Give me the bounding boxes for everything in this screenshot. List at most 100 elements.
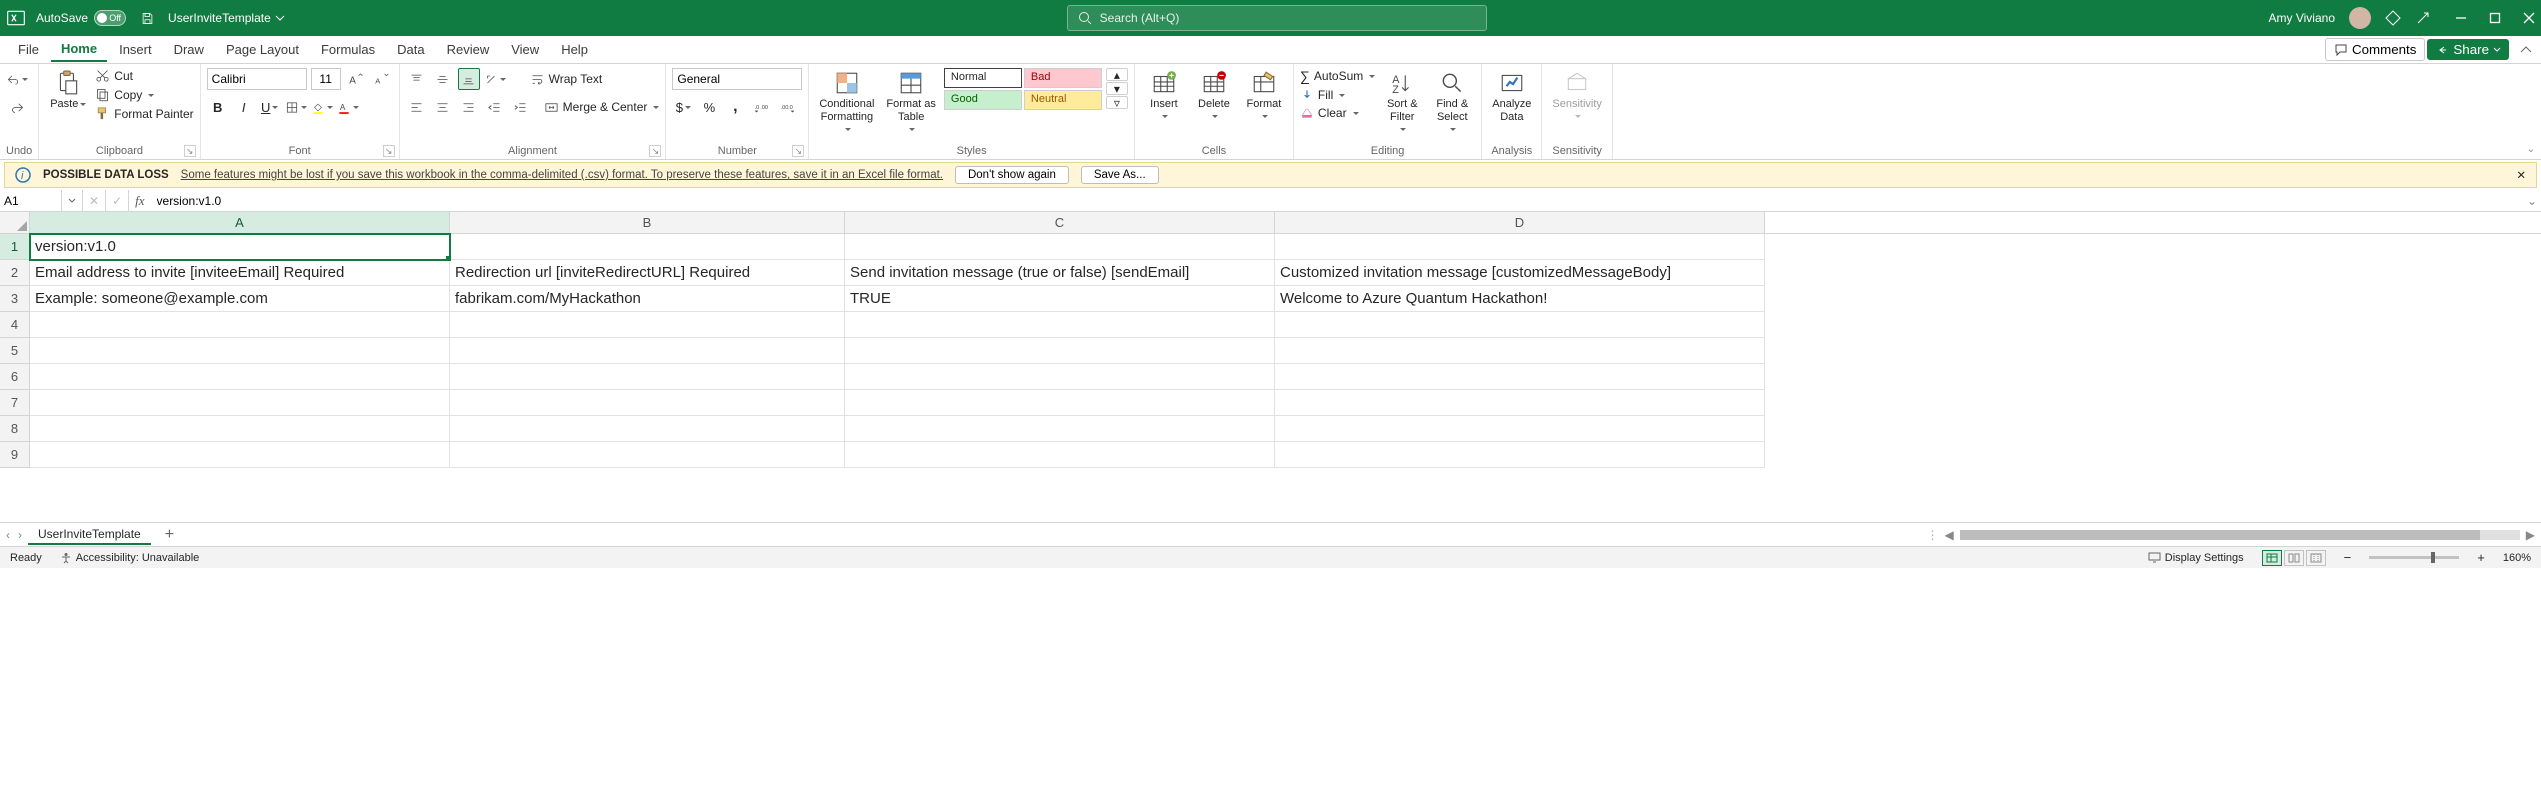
font-size-select[interactable] <box>311 68 341 90</box>
cell-D5[interactable] <box>1275 338 1765 364</box>
cell-C9[interactable] <box>845 442 1275 468</box>
increase-indent-icon[interactable] <box>510 96 532 118</box>
cell-C8[interactable] <box>845 416 1275 442</box>
conditional-formatting-button[interactable]: Conditional Formatting <box>815 68 878 134</box>
styles-scroll-down-icon[interactable]: ▾ <box>1106 82 1128 95</box>
tab-data[interactable]: Data <box>387 38 434 61</box>
diamond-icon[interactable] <box>2385 10 2401 26</box>
dont-show-again-button[interactable]: Don't show again <box>955 166 1069 184</box>
tab-page-layout[interactable]: Page Layout <box>216 38 309 61</box>
cell-A6[interactable] <box>30 364 450 390</box>
maximize-icon[interactable] <box>2489 12 2501 24</box>
search-box[interactable]: Search (Alt+Q) <box>1067 5 1487 31</box>
zoom-out-icon[interactable]: − <box>2344 550 2352 565</box>
cell-D3[interactable]: Welcome to Azure Quantum Hackathon! <box>1275 286 1765 312</box>
align-bottom-icon[interactable] <box>458 68 480 90</box>
cell-C5[interactable] <box>845 338 1275 364</box>
cell-D2[interactable]: Customized invitation message [customize… <box>1275 260 1765 286</box>
cell-D1[interactable] <box>1275 234 1765 260</box>
close-warning-icon[interactable]: ✕ <box>2516 168 2526 182</box>
save-as-button[interactable]: Save As... <box>1081 166 1159 184</box>
cell-style-good[interactable]: Good <box>944 90 1022 110</box>
find-select-button[interactable]: Find & Select <box>1429 68 1475 134</box>
percent-format-icon[interactable]: % <box>698 96 720 118</box>
save-icon[interactable] <box>136 7 158 29</box>
row-header-2[interactable]: 2 <box>0 260 30 286</box>
cell-C3[interactable]: TRUE <box>845 286 1275 312</box>
font-color-button[interactable]: A <box>337 96 359 118</box>
accessibility-status[interactable]: Accessibility: Unavailable <box>60 552 200 564</box>
align-middle-icon[interactable] <box>432 68 454 90</box>
increase-font-icon[interactable]: A <box>345 68 367 90</box>
format-painter-button[interactable]: Format Painter <box>95 106 193 121</box>
delete-cells-button[interactable]: Delete <box>1191 68 1237 121</box>
normal-view-icon[interactable] <box>2262 550 2282 566</box>
sheet-split-handle[interactable]: ⋮ <box>1927 528 1939 542</box>
number-dialog-icon[interactable]: ↘ <box>792 145 804 157</box>
cell-A4[interactable] <box>30 312 450 338</box>
cell-A5[interactable] <box>30 338 450 364</box>
column-header-A[interactable]: A <box>30 212 450 233</box>
decrease-font-icon[interactable]: A <box>371 68 393 90</box>
number-format-select[interactable] <box>672 68 802 90</box>
row-header-9[interactable]: 9 <box>0 442 30 468</box>
format-as-table-button[interactable]: Format as Table <box>882 68 940 134</box>
font-name-select[interactable] <box>207 68 307 90</box>
borders-button[interactable] <box>285 96 307 118</box>
paste-button[interactable]: Paste <box>45 68 91 113</box>
warning-message[interactable]: Some features might be lost if you save … <box>181 169 943 181</box>
autosum-button[interactable]: ∑AutoSum <box>1300 68 1375 84</box>
cell-A8[interactable] <box>30 416 450 442</box>
cell-B3[interactable]: fabrikam.com/MyHackathon <box>450 286 845 312</box>
name-box-dropdown-icon[interactable] <box>62 190 83 211</box>
cell-D7[interactable] <box>1275 390 1765 416</box>
cell-B9[interactable] <box>450 442 845 468</box>
decrease-indent-icon[interactable] <box>484 96 506 118</box>
clear-button[interactable]: Clear <box>1300 106 1375 120</box>
cell-B7[interactable] <box>450 390 845 416</box>
align-center-icon[interactable] <box>432 96 454 118</box>
row-header-3[interactable]: 3 <box>0 286 30 312</box>
format-cells-button[interactable]: Format <box>1241 68 1287 121</box>
cell-C6[interactable] <box>845 364 1275 390</box>
undo-button[interactable] <box>6 68 28 90</box>
wrap-text-button[interactable]: Wrap Text <box>530 72 603 87</box>
zoom-in-icon[interactable]: + <box>2477 550 2485 565</box>
sheet-tab[interactable]: UserInviteTemplate <box>28 525 151 545</box>
cell-B4[interactable] <box>450 312 845 338</box>
column-header-D[interactable]: D <box>1275 212 1765 233</box>
display-settings-button[interactable]: Display Settings <box>2148 551 2244 564</box>
horizontal-scrollbar[interactable] <box>1960 530 2520 540</box>
fill-button[interactable]: Fill <box>1300 88 1375 102</box>
row-header-7[interactable]: 7 <box>0 390 30 416</box>
add-sheet-button[interactable]: + <box>157 526 182 544</box>
row-header-6[interactable]: 6 <box>0 364 30 390</box>
orientation-icon[interactable] <box>484 68 506 90</box>
italic-button[interactable]: I <box>233 96 255 118</box>
cell-C4[interactable] <box>845 312 1275 338</box>
tab-formulas[interactable]: Formulas <box>311 38 385 61</box>
cell-C7[interactable] <box>845 390 1275 416</box>
cell-A3[interactable]: Example: someone@example.com <box>30 286 450 312</box>
cut-button[interactable]: Cut <box>95 68 193 83</box>
cell-D4[interactable] <box>1275 312 1765 338</box>
row-header-4[interactable]: 4 <box>0 312 30 338</box>
styles-more-icon[interactable]: ▿ <box>1106 96 1128 109</box>
accounting-format-icon[interactable]: $ <box>672 96 694 118</box>
expand-formula-bar-icon[interactable]: ⌄ <box>2523 194 2541 208</box>
zoom-slider[interactable] <box>2369 556 2459 559</box>
sheet-nav-prev-icon[interactable]: ‹ <box>6 528 10 542</box>
cell-D9[interactable] <box>1275 442 1765 468</box>
tab-insert[interactable]: Insert <box>109 38 162 61</box>
cell-style-normal[interactable]: Normal <box>944 68 1022 88</box>
cell-C1[interactable] <box>845 234 1275 260</box>
tab-home[interactable]: Home <box>51 37 107 62</box>
cell-A9[interactable] <box>30 442 450 468</box>
horizontal-scroll-right-icon[interactable]: ▶ <box>2526 528 2535 542</box>
column-header-C[interactable]: C <box>845 212 1275 233</box>
collapse-ribbon-icon[interactable] <box>2519 43 2533 57</box>
cell-B1[interactable] <box>450 234 845 260</box>
cell-B5[interactable] <box>450 338 845 364</box>
row-header-1[interactable]: 1 <box>0 234 30 260</box>
autosave-toggle[interactable]: Off <box>94 10 126 26</box>
